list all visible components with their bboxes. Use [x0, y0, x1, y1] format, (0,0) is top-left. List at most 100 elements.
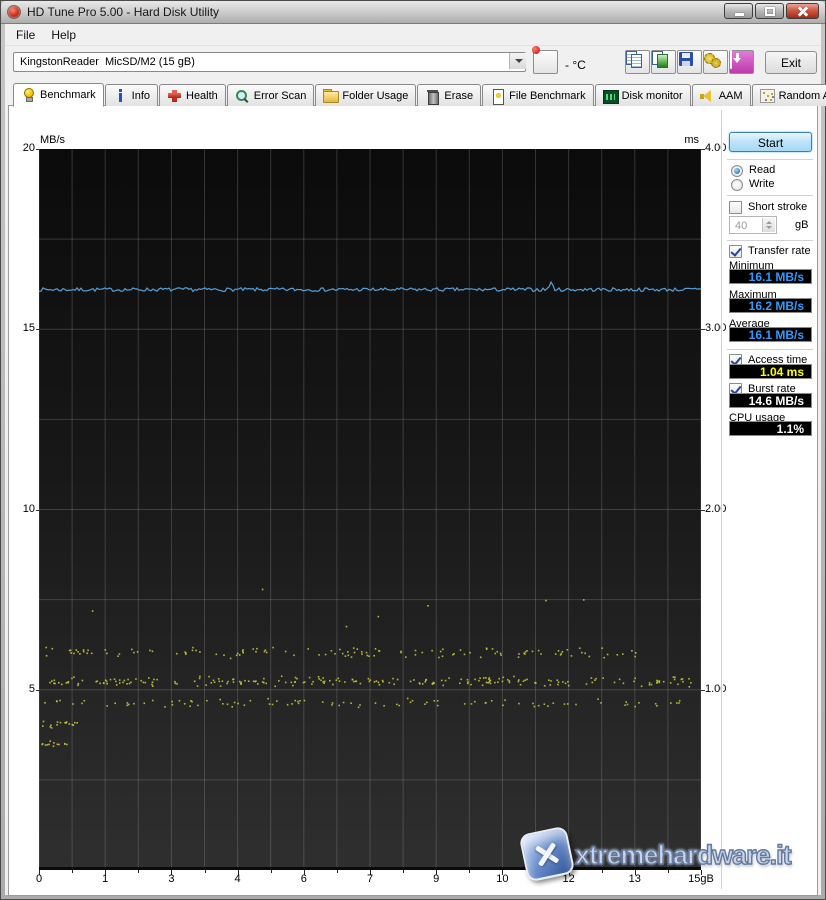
separator	[727, 159, 813, 161]
temperature-value: - °C	[565, 58, 586, 72]
read-label[interactable]: Read	[749, 164, 775, 176]
y-right-tick	[701, 689, 705, 691]
short-stroke-label[interactable]: Short stroke	[748, 201, 807, 213]
tab-label: Info	[131, 89, 150, 102]
y-right-tick-label: 1.00	[705, 682, 727, 695]
read-radio[interactable]	[731, 165, 743, 177]
watermark-text: xtremehardware.it	[574, 839, 792, 870]
tab-error-scan[interactable]: Error Scan	[226, 84, 315, 106]
tab-random-access[interactable]: Random Access	[751, 84, 826, 106]
menu-bar: File Help	[5, 24, 821, 46]
maximize-button[interactable]	[755, 3, 784, 19]
x-tick-label: 1	[102, 873, 109, 885]
tab-label: Folder Usage	[342, 89, 409, 102]
x-tick	[336, 870, 338, 873]
tab-disk-monitor[interactable]: Disk monitor	[594, 84, 691, 106]
short-stroke-size-input[interactable]: 40	[729, 216, 777, 234]
x-tick	[502, 870, 504, 875]
tab-label: AAM	[718, 89, 743, 102]
start-button[interactable]: Start	[729, 132, 812, 152]
update-button[interactable]	[729, 50, 754, 74]
minimize-button[interactable]	[724, 3, 753, 19]
x-tick	[72, 870, 74, 873]
panel-separator	[721, 110, 723, 889]
access-time-value: 1.04 ms	[729, 364, 812, 379]
spinner-arrows-icon[interactable]	[762, 218, 775, 232]
x-tick	[105, 870, 107, 875]
copy-info-button[interactable]	[625, 50, 650, 74]
y-left-tick-label: 20	[22, 142, 35, 154]
title-bar[interactable]: HD Tune Pro 5.00 - Hard Disk Utility	[1, 1, 825, 24]
y-left-tick-label: 10	[22, 502, 35, 515]
window-title: HD Tune Pro 5.00 - Hard Disk Utility	[27, 5, 220, 19]
health-icon	[167, 89, 182, 103]
y-left-tick-label: 5	[28, 682, 35, 695]
x-tick	[469, 870, 471, 873]
tab-benchmark[interactable]: Benchmark	[13, 83, 104, 107]
separator	[727, 349, 813, 351]
x-tick	[138, 870, 140, 873]
tab-aam[interactable]: AAM	[691, 84, 751, 106]
erase-icon	[425, 89, 440, 105]
tab-strip: Benchmark Info Health Error Scan Folder Usag…	[8, 82, 826, 107]
separator	[727, 195, 813, 197]
x-tick-label: 7	[366, 873, 374, 885]
tab-file-benchmark[interactable]: File Benchmark	[482, 84, 594, 106]
x-tick-label: 9	[433, 873, 440, 885]
write-radio[interactable]	[731, 179, 743, 191]
copy-screenshot-button[interactable]	[651, 50, 676, 74]
tab-label: Health	[186, 89, 218, 102]
tab-health[interactable]: Health	[159, 84, 226, 106]
transfer-rate-label[interactable]: Transfer rate	[748, 245, 811, 257]
tab-label: Disk monitor	[621, 89, 683, 102]
watermark: xtremehardware.it	[517, 822, 817, 892]
info-icon	[113, 88, 128, 103]
grid-lines	[39, 149, 701, 870]
random-access-icon	[759, 88, 775, 103]
x-tick	[270, 870, 272, 873]
tab-folder-usage[interactable]: Folder Usage	[315, 84, 417, 106]
benchmark-page: MB/s ms 20 15 10 5 4.00 3.00 2.00 1.00 0 1 3 4 6 7 9 10 12…	[8, 105, 818, 896]
temperature-button[interactable]	[533, 50, 558, 74]
client-area: File Help KingstonReader MicSD/M2 (15 gB)…	[5, 24, 826, 896]
folder-usage-icon	[323, 88, 340, 103]
save-screenshot-button[interactable]	[677, 50, 702, 74]
x-tick-label: 6	[300, 873, 307, 885]
menu-item-file[interactable]: File	[8, 24, 43, 45]
write-label[interactable]: Write	[749, 178, 774, 190]
transfer-rate-checkbox[interactable]	[729, 245, 742, 258]
x-tick-label: 4	[234, 873, 241, 885]
menu-item-help[interactable]: Help	[43, 24, 84, 45]
tab-label: File Benchmark	[509, 89, 586, 102]
close-button[interactable]	[786, 3, 819, 19]
tab-label: Error Scan	[253, 89, 307, 102]
y-right-unit: ms	[684, 134, 699, 146]
cpu-usage-value: 1.1%	[729, 421, 812, 436]
benchmark-chart	[39, 149, 701, 870]
tab-label: Random Access	[778, 89, 826, 102]
y-right-tick-label: 2.00	[705, 502, 727, 515]
x-tick-label: 3	[168, 873, 175, 885]
short-stroke-checkbox[interactable]	[729, 201, 742, 214]
tab-info[interactable]: Info	[104, 84, 158, 106]
aam-icon	[699, 89, 715, 103]
burst-rate-value: 14.6 MB/s	[729, 393, 812, 408]
xtremehardware-logo-icon	[518, 825, 576, 883]
drive-selector[interactable]: KingstonReader MicSD/M2 (15 gB)	[13, 52, 526, 72]
maximum-value: 16.2 MB/s	[729, 298, 812, 313]
benchmark-icon	[21, 88, 36, 102]
tab-erase[interactable]: Erase	[417, 84, 482, 106]
x-tick	[204, 870, 206, 873]
tab-label: Benchmark	[40, 89, 96, 101]
separator	[727, 240, 813, 242]
x-tick	[370, 870, 371, 875]
minimum-value: 16.1 MB/s	[729, 269, 812, 284]
x-tick	[171, 870, 173, 875]
x-tick	[436, 870, 438, 875]
x-tick	[237, 870, 239, 875]
options-button[interactable]	[703, 50, 728, 74]
drive-selector-arrow-icon[interactable]	[509, 53, 526, 69]
file-benchmark-icon	[490, 88, 505, 105]
exit-button[interactable]: Exit	[765, 51, 817, 74]
y-left-tick-label: 15	[22, 322, 35, 335]
